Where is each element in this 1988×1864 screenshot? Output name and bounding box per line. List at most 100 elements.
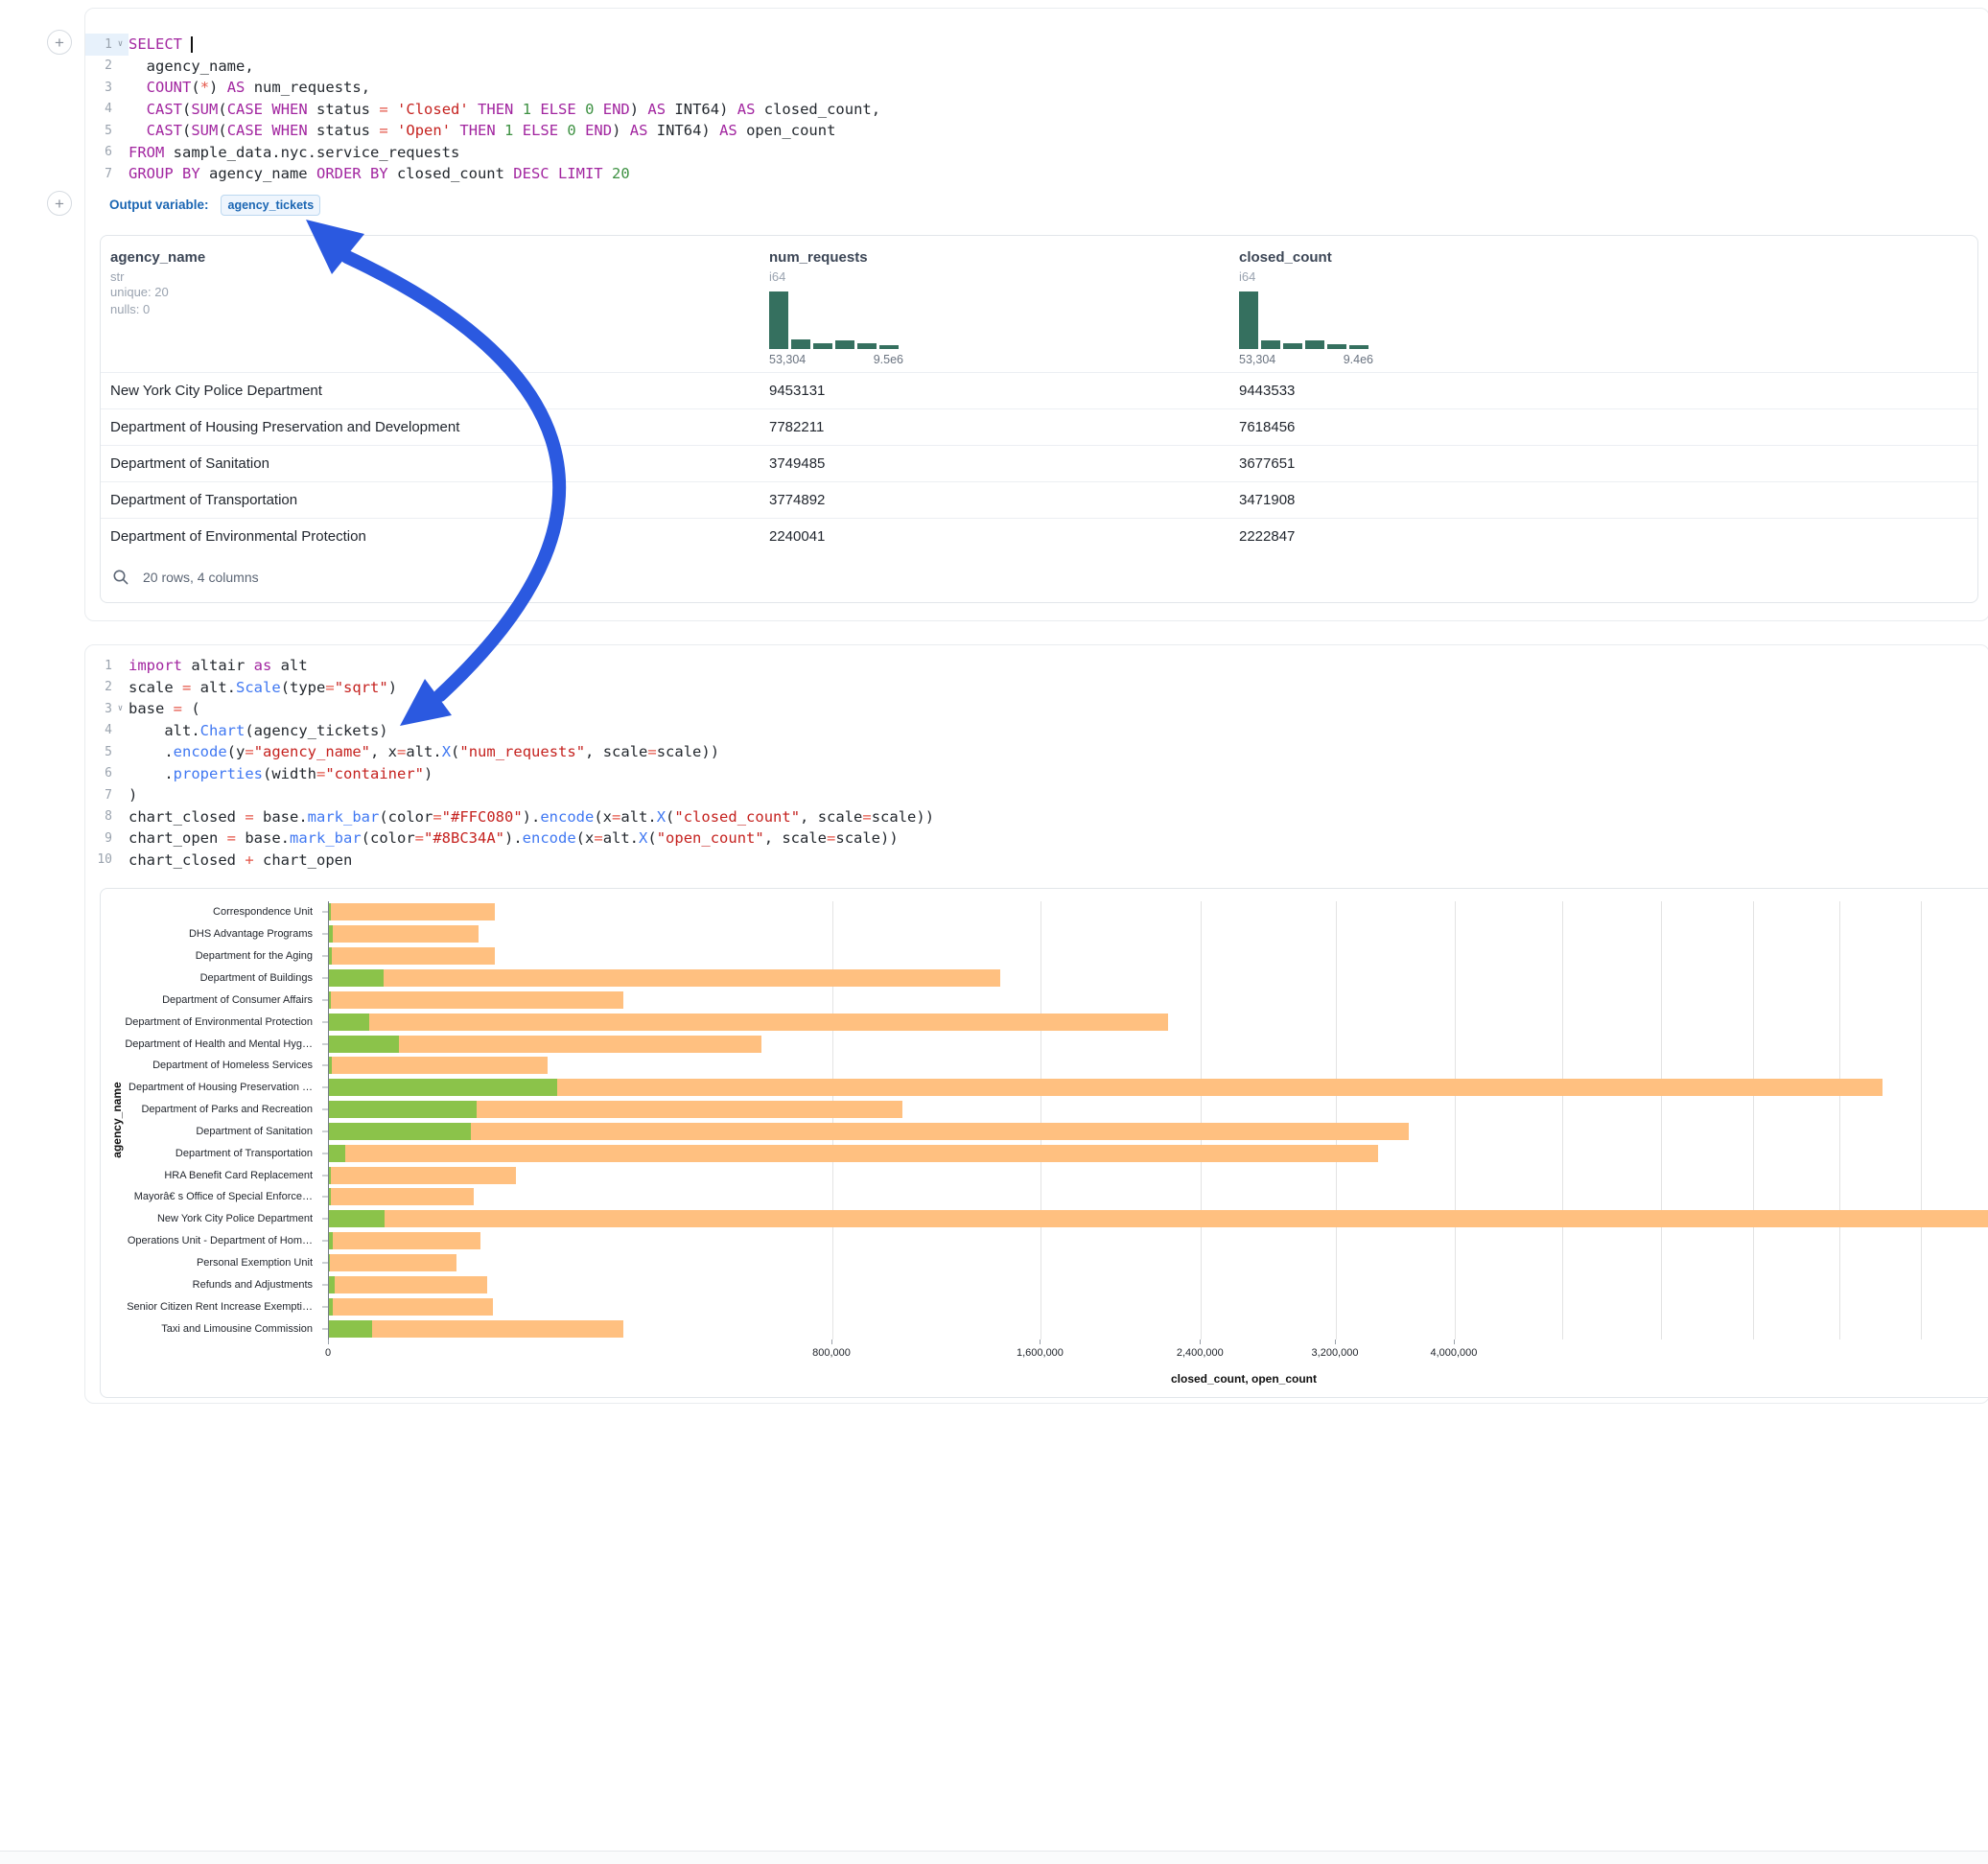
table-cell: 2222847 <box>1229 528 1977 545</box>
add-cell-button[interactable]: + <box>47 30 72 55</box>
line-number: 8 <box>85 809 112 824</box>
y-axis-label: Department of Parks and Recreation <box>141 1104 313 1115</box>
y-axis-tick <box>322 912 328 913</box>
y-axis-label: Taxi and Limousine Commission <box>161 1323 313 1335</box>
code-line[interactable]: 4 alt.Chart(agency_tickets) <box>85 720 1988 742</box>
line-number: 3 <box>85 702 112 716</box>
sql-code-editor[interactable]: 1∨SELECT 2 agency_name,3 COUNT(*) AS num… <box>85 9 1988 185</box>
next-cell-edge <box>0 1852 1988 1864</box>
line-number: 6 <box>85 145 112 159</box>
collapse-chevron-icon[interactable]: ∨ <box>112 39 129 49</box>
line-number: 1 <box>85 37 112 52</box>
code-line[interactable]: 10chart_closed + chart_open <box>85 850 1988 872</box>
bar-open-count <box>329 1298 333 1316</box>
bar-closed-count <box>329 991 623 1009</box>
histogram-bar <box>769 291 788 349</box>
table-cell: Department of Sanitation <box>101 455 760 472</box>
y-axis-label: Department of Buildings <box>200 972 313 984</box>
code-line[interactable]: 7GROUP BY agency_name ORDER BY closed_co… <box>85 163 1988 185</box>
results-table-footer: 20 rows, 4 columns <box>101 554 1977 602</box>
y-axis-tick <box>322 1219 328 1220</box>
y-axis-tick <box>322 977 328 978</box>
y-axis-label: Department of Health and Mental Hyg… <box>125 1038 313 1050</box>
table-cell: Department of Transportation <box>101 492 760 508</box>
table-cell: 9443533 <box>1229 383 1977 399</box>
bar-open-count <box>329 1101 477 1118</box>
y-axis-tick <box>322 1087 328 1088</box>
histogram-bar <box>1283 343 1302 349</box>
table-cell: New York City Police Department <box>101 383 760 399</box>
bar-closed-count <box>329 947 495 965</box>
column-header-agency_name[interactable]: agency_namestrunique: 20nulls: 0 <box>101 236 760 372</box>
code-line[interactable]: 2 agency_name, <box>85 56 1988 78</box>
y-axis-tick <box>322 1328 328 1329</box>
code-line[interactable]: 3∨base = ( <box>85 698 1988 720</box>
table-row: Department of Transportation377489234719… <box>101 481 1977 518</box>
x-axis-tick <box>831 1340 832 1344</box>
bar-closed-count <box>329 1014 1168 1031</box>
code-line[interactable]: 1import altair as alt <box>85 655 1988 677</box>
histogram <box>769 291 903 349</box>
gridline <box>1921 901 1922 1340</box>
y-axis-tick <box>322 1109 328 1110</box>
python-cell: 1import altair as alt2scale = alt.Scale(… <box>84 644 1988 1404</box>
bar-closed-count <box>329 1298 493 1316</box>
histogram-bar <box>1261 340 1280 349</box>
code-line[interactable]: 1∨SELECT <box>85 34 1988 56</box>
x-axis-label: 1,600,000 <box>1017 1347 1064 1359</box>
y-axis-tick <box>322 934 328 935</box>
results-table-card: agency_namestrunique: 20nulls: 0num_requ… <box>100 235 1978 603</box>
sql-cell: 1∨SELECT 2 agency_name,3 COUNT(*) AS num… <box>84 8 1988 621</box>
code-line[interactable]: 3 COUNT(*) AS num_requests, <box>85 77 1988 99</box>
chart-card: agency_name Correspondence UnitDHS Advan… <box>100 888 1988 1398</box>
line-number: 2 <box>85 58 112 73</box>
column-stat: nulls: 0 <box>110 301 750 318</box>
column-type: i64 <box>1239 269 1968 284</box>
bar-closed-count <box>329 925 479 943</box>
code-line[interactable]: 8chart_closed = base.mark_bar(color="#FF… <box>85 806 1988 828</box>
code-line[interactable]: 5 CAST(SUM(CASE WHEN status = 'Open' THE… <box>85 120 1988 142</box>
bar-open-count <box>329 947 332 965</box>
y-axis-tick <box>322 1241 328 1242</box>
x-axis-label: 3,200,000 <box>1312 1347 1359 1359</box>
search-icon[interactable] <box>112 569 129 586</box>
histogram-range: 53,3049.5e6 <box>769 353 903 366</box>
results-table-head: agency_namestrunique: 20nulls: 0num_requ… <box>101 236 1977 372</box>
bar-closed-count <box>329 903 495 920</box>
add-cell-button[interactable]: + <box>47 191 72 216</box>
histogram-bar <box>835 340 854 348</box>
bar-open-count <box>329 1123 471 1140</box>
code-line[interactable]: 7) <box>85 784 1988 806</box>
x-axis-label: 2,400,000 <box>1177 1347 1224 1359</box>
bar-closed-count <box>329 1123 1409 1140</box>
y-axis-label: Correspondence Unit <box>213 906 313 918</box>
collapse-chevron-icon[interactable]: ∨ <box>112 704 129 713</box>
y-axis-tick <box>322 1263 328 1264</box>
table-row: New York City Police Department945313194… <box>101 372 1977 408</box>
code-line[interactable]: 6FROM sample_data.nyc.service_requests <box>85 142 1988 164</box>
column-type: i64 <box>769 269 1220 284</box>
bar-closed-count <box>329 1254 456 1271</box>
column-header-closed_count[interactable]: closed_counti6453,3049.4e6 <box>1229 236 1977 372</box>
code-line[interactable]: 6 .properties(width="container") <box>85 763 1988 785</box>
column-header-num_requests[interactable]: num_requestsi6453,3049.5e6 <box>760 236 1229 372</box>
code-line[interactable]: 4 CAST(SUM(CASE WHEN status = 'Closed' T… <box>85 99 1988 121</box>
y-axis-tick <box>322 1306 328 1307</box>
code-line[interactable]: 9chart_open = base.mark_bar(color="#8BC3… <box>85 827 1988 850</box>
y-axis-label: Senior Citizen Rent Increase Exempti… <box>127 1301 313 1313</box>
y-axis-label: Operations Unit - Department of Hom… <box>128 1235 313 1247</box>
bar-open-count <box>329 1079 557 1096</box>
column-name: closed_count <box>1239 249 1968 266</box>
x-axis-title: closed_count, open_count <box>328 1372 1988 1386</box>
python-code-editor[interactable]: 1import altair as alt2scale = alt.Scale(… <box>85 645 1988 871</box>
table-row: Department of Environmental Protection22… <box>101 518 1977 554</box>
gridline <box>1661 901 1662 1340</box>
line-number: 2 <box>85 680 112 694</box>
bar-closed-count <box>329 1167 516 1184</box>
y-axis-label: DHS Advantage Programs <box>189 928 313 940</box>
output-variable-chip[interactable]: agency_tickets <box>221 195 320 216</box>
code-line[interactable]: 2scale = alt.Scale(type="sqrt") <box>85 677 1988 699</box>
x-axis-label: 4,000,000 <box>1430 1347 1477 1359</box>
code-line[interactable]: 5 .encode(y="agency_name", x=alt.X("num_… <box>85 741 1988 763</box>
line-number: 5 <box>85 745 112 759</box>
